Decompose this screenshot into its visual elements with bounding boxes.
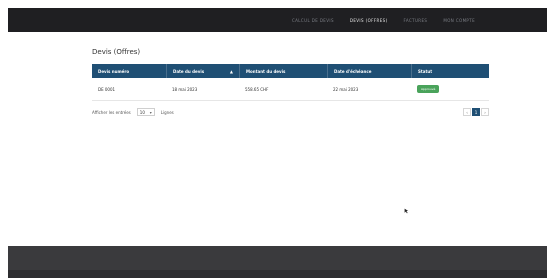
top-navigation: CALCUL DE DEVIS DEVIS (OFFRES) FACTURES … bbox=[8, 8, 547, 32]
cell-date-devis: 18 mai 2023 bbox=[172, 86, 198, 92]
status-badge: Approuvé bbox=[417, 85, 440, 93]
pagination: ‹ 1 › bbox=[463, 108, 489, 116]
page-size-select[interactable]: 10 ▾ bbox=[136, 108, 155, 116]
sort-icon: ▲ bbox=[229, 68, 233, 74]
table-footer: Afficher les entrées 10 ▾ Lignes ‹ 1 › bbox=[92, 104, 489, 120]
devis-table: Devis numéro Date du devis ▲ Montant du … bbox=[92, 64, 489, 101]
cell-montant-devis: 558.65 CHF bbox=[245, 86, 269, 92]
th-date-devis-label: Date du devis bbox=[173, 68, 205, 74]
table-row[interactable]: DE 0001 18 mai 2023 558.65 CHF 22 mai 20… bbox=[92, 78, 489, 101]
cell-statut: Approuvé bbox=[411, 85, 489, 93]
pagination-next-button[interactable]: › bbox=[481, 108, 489, 116]
th-statut[interactable]: Statut bbox=[411, 64, 489, 78]
cell-date-echeance: 22 mai 2023 bbox=[333, 86, 359, 92]
cell-devis-numero: DE 0001 bbox=[98, 86, 116, 92]
mouse-cursor-icon bbox=[404, 208, 409, 214]
nav-menu: CALCUL DE DEVIS DEVIS (OFFRES) FACTURES … bbox=[292, 8, 475, 32]
nav-item-mon-compte[interactable]: MON COMPTE bbox=[443, 18, 475, 23]
pagination-prev-button[interactable]: ‹ bbox=[463, 108, 471, 116]
th-date-devis[interactable]: Date du devis ▲ bbox=[166, 64, 239, 78]
per-page-label: Lignes bbox=[160, 109, 174, 115]
th-date-echeance[interactable]: Date d'échéance bbox=[327, 64, 411, 78]
chevron-down-icon: ▾ bbox=[149, 109, 152, 115]
th-devis-numero[interactable]: Devis numéro bbox=[92, 64, 166, 78]
pagination-page-1-button[interactable]: 1 bbox=[472, 108, 480, 116]
nav-item-factures[interactable]: FACTURES bbox=[404, 18, 428, 23]
nav-item-devis-offres[interactable]: DEVIS (OFFRES) bbox=[350, 18, 388, 23]
page-size-value: 10 bbox=[139, 109, 145, 115]
th-montant-devis[interactable]: Montant du devis bbox=[239, 64, 327, 78]
bottom-band bbox=[8, 270, 547, 278]
page-content: Devis (Offres) Devis numéro Date du devi… bbox=[8, 32, 547, 246]
app-frame: CALCUL DE DEVIS DEVIS (OFFRES) FACTURES … bbox=[0, 0, 555, 278]
show-entries-label: Afficher les entrées bbox=[92, 109, 131, 115]
table-body: DE 0001 18 mai 2023 558.65 CHF 22 mai 20… bbox=[92, 78, 489, 101]
nav-item-calcul-devis[interactable]: CALCUL DE DEVIS bbox=[292, 18, 334, 23]
table-header: Devis numéro Date du devis ▲ Montant du … bbox=[92, 64, 489, 78]
page-title: Devis (Offres) bbox=[92, 48, 141, 56]
